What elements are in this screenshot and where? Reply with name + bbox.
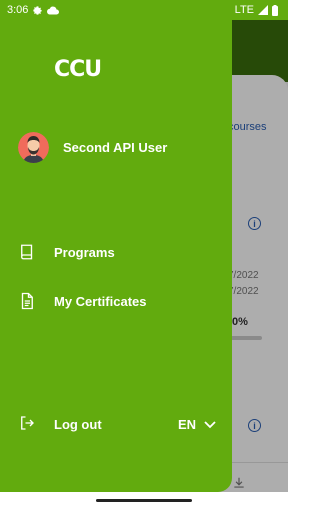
logout-label: Log out bbox=[54, 417, 102, 432]
navigation-drawer: CCU Second API User Programs My Certific… bbox=[0, 20, 232, 492]
book-icon bbox=[18, 243, 36, 261]
menu-item-programs[interactable]: Programs bbox=[18, 243, 115, 261]
avatar bbox=[18, 132, 49, 163]
language-selector[interactable]: EN bbox=[178, 417, 216, 432]
system-navigation-bar bbox=[0, 492, 288, 512]
cloud-icon bbox=[47, 6, 60, 15]
gesture-handle[interactable] bbox=[96, 499, 192, 502]
menu-item-my-certificates[interactable]: My Certificates bbox=[18, 292, 146, 310]
menu-item-label: Programs bbox=[54, 244, 115, 260]
settings-icon bbox=[32, 5, 43, 16]
signal-icon bbox=[258, 5, 268, 15]
logout-button[interactable]: Log out bbox=[18, 414, 102, 435]
status-bar: 3:06 LTE bbox=[0, 0, 288, 20]
user-profile[interactable]: Second API User bbox=[18, 132, 167, 163]
chevron-down-icon bbox=[204, 417, 216, 432]
user-name: Second API User bbox=[63, 140, 168, 155]
network-label: LTE bbox=[234, 4, 254, 16]
app-logo: CCU bbox=[54, 57, 102, 82]
logout-icon bbox=[18, 414, 36, 435]
battery-icon bbox=[272, 4, 278, 16]
menu-item-label: My Certificates bbox=[54, 293, 147, 309]
language-value: EN bbox=[178, 417, 197, 432]
document-icon bbox=[18, 292, 36, 310]
status-time: 3:06 bbox=[7, 4, 29, 16]
